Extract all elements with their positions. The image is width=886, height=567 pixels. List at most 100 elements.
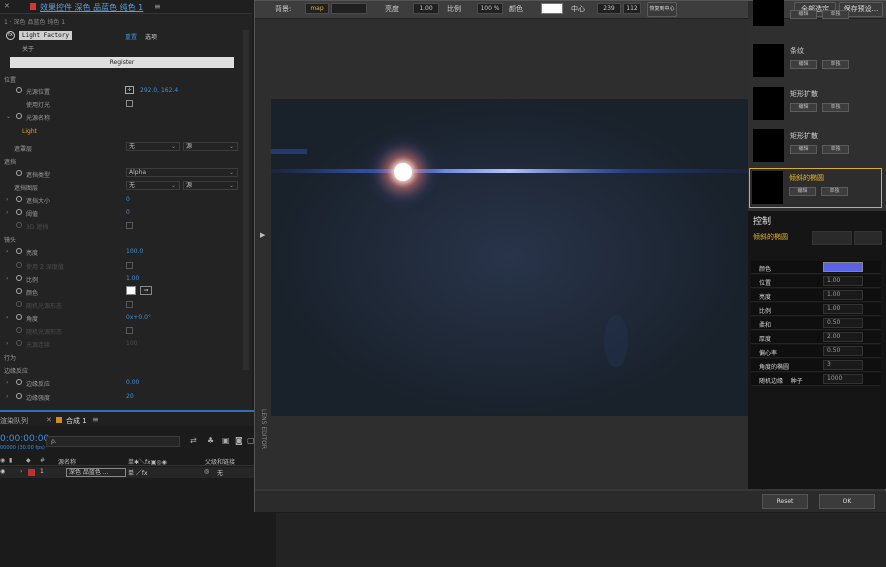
reset-link[interactable]: 重置 (125, 32, 137, 41)
col-source-name[interactable]: 源名称 (58, 457, 76, 466)
preset-edit-button[interactable]: 编辑 (789, 187, 816, 196)
lens-brightness-value[interactable]: 100.0 (126, 248, 143, 255)
eye-icon[interactable]: ◉ (0, 468, 5, 475)
close-icon[interactable]: ✕ (4, 2, 10, 10)
random-form-checkbox[interactable] (126, 301, 133, 308)
preset-solo-button[interactable]: 单独 (822, 60, 849, 69)
threshold-value[interactable]: 0 (126, 209, 130, 216)
preset-solo-button[interactable]: 单独 (822, 10, 849, 19)
mask-layer-dropdown-a[interactable]: 无 ⌄ (126, 181, 180, 190)
preset-item[interactable]: 矩形扩散 编辑 单独 (751, 127, 881, 167)
control-value-input[interactable]: 1000 (823, 374, 863, 384)
stopwatch-icon[interactable] (16, 393, 22, 399)
eye-icon[interactable]: ◉ (0, 457, 5, 464)
stopwatch-icon[interactable] (16, 262, 22, 268)
toolbar-brightness-value[interactable]: 1.00 (413, 3, 439, 14)
preview-area[interactable] (271, 19, 748, 489)
preset-solo-button[interactable]: 单独 (822, 145, 849, 154)
control-value-input[interactable]: 1.00 (823, 290, 863, 300)
layer-dropdown-a[interactable]: 无 ⌄ (126, 142, 180, 151)
options-link[interactable]: 选项 (145, 32, 157, 41)
layer-parent[interactable]: 无 (217, 468, 223, 477)
dim-row-checkbox[interactable] (126, 327, 133, 334)
control-value-input[interactable]: 0.50 (823, 318, 863, 328)
triangle-right-icon[interactable]: ▶ (260, 231, 265, 239)
stopwatch-icon[interactable] (16, 222, 22, 228)
target-icon[interactable]: ✛ (125, 86, 134, 94)
background-dropdown[interactable] (331, 3, 367, 14)
mask-type-dropdown[interactable]: Alpha ⌄ (126, 168, 238, 177)
control-value-input[interactable]: 0.50 (823, 346, 863, 356)
reset-button[interactable]: Reset (762, 494, 808, 509)
panel-menu-icon[interactable]: ≡ (92, 415, 99, 424)
preset-item-selected[interactable]: 倾斜的椭圆 编辑 单独 (749, 168, 882, 208)
col-parent[interactable]: 父级和链接 (205, 457, 235, 466)
preset-solo-button[interactable]: 单独 (821, 187, 848, 196)
chevron-right-icon[interactable]: › (6, 314, 8, 321)
comp-tab[interactable]: 合成 1 (66, 416, 87, 426)
parent-pickwhip-icon[interactable]: ◎ (204, 468, 209, 475)
preset-item[interactable]: 编辑 单独 (751, 0, 881, 30)
stopwatch-icon[interactable] (16, 314, 22, 320)
label-icon[interactable]: ◆ (26, 457, 31, 464)
chevron-right-icon[interactable]: › (6, 209, 8, 216)
chevron-right-icon[interactable]: › (6, 340, 8, 347)
shy-icon[interactable]: ♣ (207, 436, 214, 445)
stopwatch-icon[interactable] (16, 340, 22, 346)
mask-size-value[interactable]: 0 (126, 196, 130, 203)
chevron-right-icon[interactable]: › (6, 275, 8, 282)
stopwatch-icon[interactable] (16, 248, 22, 254)
panel-scrollbar[interactable] (243, 30, 249, 370)
preset-item[interactable]: 矩形扩散 编辑 单独 (751, 85, 881, 125)
register-button[interactable]: Register (10, 57, 234, 68)
stopwatch-icon[interactable] (16, 327, 22, 333)
preset-solo-button[interactable]: 单独 (822, 103, 849, 112)
preset-edit-button[interactable]: 编辑 (790, 145, 817, 154)
preset-edit-button[interactable]: 编辑 (790, 103, 817, 112)
frame-blend-icon[interactable]: ▣ (222, 436, 230, 445)
lock-icon[interactable]: ▮ (9, 457, 12, 464)
stopwatch-icon[interactable] (16, 275, 22, 281)
background-value[interactable]: map (305, 3, 329, 14)
control-color-swatch[interactable] (823, 262, 863, 272)
effects-tab-title[interactable]: 效果控件 深色 品蓝色 纯色 1 (40, 2, 143, 13)
stopwatch-icon[interactable] (16, 209, 22, 215)
stopwatch-icon[interactable] (16, 288, 22, 294)
layer-search-input[interactable]: ρ. (46, 436, 180, 447)
scale-value[interactable]: 1.00 (126, 275, 139, 282)
color-swatch[interactable] (126, 286, 136, 295)
stopwatch-icon[interactable] (16, 379, 22, 385)
stopwatch-icon[interactable] (16, 170, 22, 176)
z-depth-checkbox[interactable] (126, 262, 133, 269)
angle-value[interactable]: 0x+0.0° (126, 314, 151, 321)
eyedropper-icon[interactable]: ⇒ (140, 286, 152, 295)
control-value-input[interactable]: 1.00 (823, 304, 863, 314)
timecode[interactable]: 0:00:00:00 (0, 434, 49, 444)
close-icon[interactable]: ✕ (46, 416, 52, 424)
preset-edit-button[interactable]: 编辑 (790, 10, 817, 19)
stopwatch-icon[interactable] (16, 301, 22, 307)
chevron-right-icon[interactable]: › (20, 468, 22, 475)
stopwatch-icon[interactable] (16, 113, 22, 119)
control-value-input[interactable]: 1.00 (823, 276, 863, 286)
toolbar-center-y[interactable]: 112 (623, 3, 641, 14)
layer-color-label[interactable] (28, 469, 35, 476)
layer-switches[interactable]: 单 ／fx (128, 468, 148, 477)
collapse-strip[interactable]: ▶ LENS EDITOR (255, 19, 271, 489)
layer-row[interactable]: ◉ › 1 深色 品蓝色 ... 单 ／fx ◎ 无 (0, 467, 276, 478)
preview-image[interactable] (271, 99, 748, 416)
render-queue-tab[interactable]: 渲染队列 (0, 416, 28, 426)
stopwatch-icon[interactable] (16, 196, 22, 202)
toolbar-color-swatch[interactable] (541, 3, 563, 14)
toolbar-scale-value[interactable]: 100 % (477, 3, 503, 14)
preset-edit-button[interactable]: 编辑 (790, 60, 817, 69)
ok-button[interactable]: OK (819, 494, 875, 509)
edge-reaction-value[interactable]: 0.00 (126, 379, 139, 386)
restore-center-button[interactable]: 恢复到中心 (647, 2, 677, 17)
threed-mask-checkbox[interactable] (126, 222, 133, 229)
chevron-down-icon[interactable]: ⌄ (6, 113, 11, 120)
control-value-input[interactable]: 3 (823, 360, 863, 370)
motion-blur-icon[interactable]: ◙ (235, 436, 243, 445)
mask-layer-dropdown-b[interactable]: 源 ⌄ (183, 181, 238, 190)
preset-item[interactable]: 条纹 编辑 单独 (751, 42, 881, 82)
